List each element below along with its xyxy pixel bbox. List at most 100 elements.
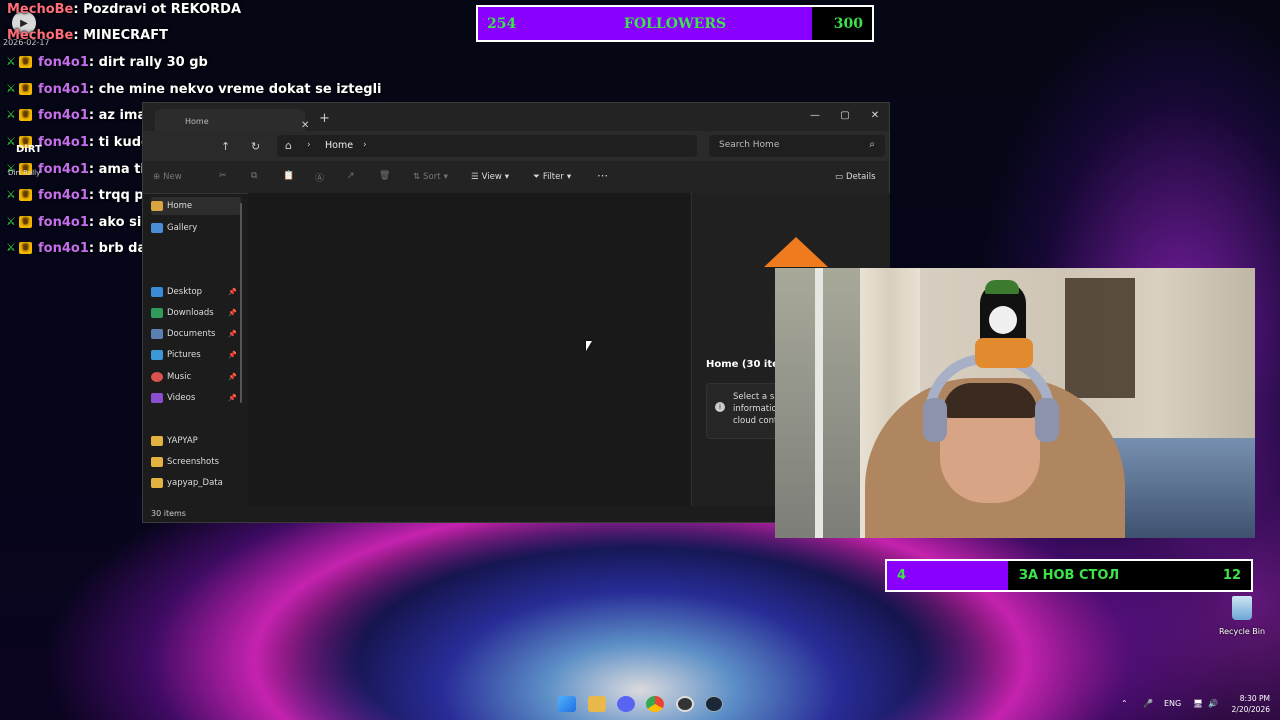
gallery-icon (151, 223, 163, 233)
filter-label: Filter (542, 172, 564, 182)
address-bar[interactable]: ⌂ › Home › (277, 135, 697, 157)
chat-line: MechoBe : MINECRAFT (0, 24, 168, 46)
refresh-icon[interactable]: ↻ (251, 140, 260, 153)
webcam-window-frame (815, 268, 823, 538)
delete-icon[interactable]: 🗑 (379, 171, 390, 181)
sidebar-item-label: Pictures (167, 350, 201, 360)
discord-icon[interactable] (617, 696, 635, 712)
file-explorer-taskbar-icon[interactable] (588, 696, 606, 712)
minimize-icon[interactable]: — (800, 107, 830, 125)
file-list-area[interactable] (248, 193, 690, 508)
close-tab-icon[interactable]: ✕ (301, 120, 309, 131)
chevron-up-icon[interactable]: ⌃ (1121, 699, 1128, 708)
share-icon[interactable]: ↗ (347, 171, 355, 181)
chat-message: : che mine nekvo vreme dokat se iztegli (88, 81, 382, 97)
headphone-cup-left (923, 398, 947, 442)
breadcrumb-home[interactable]: Home (325, 140, 353, 151)
sidebar-item-documents[interactable]: Documents 📌 (151, 325, 241, 343)
pin-icon: 📌 (228, 373, 237, 381)
crown-icon: ♛ (19, 216, 32, 228)
up-arrow-icon[interactable]: ↑ (221, 140, 230, 153)
recycle-bin-label: Recycle Bin (1218, 627, 1266, 636)
sidebar-item-desktop[interactable]: Desktop 📌 (151, 283, 241, 301)
desk-goal-target: 12 (1222, 568, 1241, 583)
sidebar-item-yapyap[interactable]: YAPYAP (151, 432, 241, 450)
pin-icon: 📌 (228, 288, 237, 296)
system-clock[interactable]: 8:30 PM 2/20/2026 (1226, 693, 1270, 715)
pictures-icon (151, 350, 163, 360)
obs-icon[interactable] (676, 696, 694, 712)
followers-label: FOLLOWERS (623, 15, 727, 32)
sidebar-item-screenshots[interactable]: Screenshots (151, 453, 241, 471)
dirt-rally-desktop-icon[interactable]: DiRT Dirt Rally (4, 140, 48, 180)
steam-icon[interactable] (705, 696, 723, 712)
language-indicator[interactable]: ENG (1164, 699, 1181, 708)
item-count: 30 items (151, 509, 186, 518)
network-icon[interactable]: 🖥 (1193, 699, 1203, 708)
search-box[interactable]: Search Home ⌕ (709, 135, 885, 157)
rename-icon[interactable]: Ⓐ (315, 171, 324, 184)
start-windows-icon[interactable] (558, 696, 576, 712)
sidebar-item-label: Documents (167, 329, 216, 339)
crown-icon: ♛ (19, 189, 32, 201)
more-options-icon[interactable]: ⋯ (597, 169, 608, 182)
sidebar-item-downloads[interactable]: Downloads 📌 (151, 304, 241, 322)
home-icon: ⌂ (285, 139, 292, 152)
chat-username: MechoBe (7, 27, 74, 43)
followers-target: 300 (833, 15, 863, 32)
sort-button[interactable]: ⇅ Sort ▾ (413, 172, 448, 182)
pin-icon: 📌 (228, 330, 237, 338)
plush-toy-face (989, 306, 1017, 334)
recycle-bin-desktop-icon[interactable]: Recycle Bin (1218, 592, 1266, 642)
new-tab-icon[interactable]: + (319, 111, 330, 126)
sidebar-item-gallery[interactable]: Gallery (151, 219, 241, 237)
copy-icon[interactable]: ⧉ (251, 171, 257, 181)
mouse-cursor-icon (586, 341, 592, 351)
chat-message: : MINECRAFT (73, 27, 168, 43)
music-icon (151, 372, 163, 382)
recycle-bin-icon (1232, 596, 1252, 620)
close-window-icon[interactable]: ✕ (860, 107, 890, 125)
sword-icon: ⚔ (6, 55, 16, 68)
sidebar-item-label: yapyap_Data (167, 478, 223, 488)
sidebar-scrollbar[interactable] (240, 203, 242, 403)
taskbar: ⌃ 🎤 ENG 🖥 🔊 8:30 PM 2/20/2026 (0, 688, 1280, 720)
sword-icon: ⚔ (6, 188, 16, 201)
chat-line: MechoBe : Pozdravi ot REKORDA (0, 0, 241, 20)
chat-username: MechoBe (7, 1, 74, 17)
maximize-icon[interactable]: ▢ (830, 107, 860, 125)
sidebar-item-pictures[interactable]: Pictures 📌 (151, 346, 241, 364)
sword-icon: ⚔ (6, 108, 16, 121)
sidebar-item-videos[interactable]: Videos 📌 (151, 389, 241, 407)
sword-icon: ⚔ (6, 241, 16, 254)
details-button[interactable]: ▭ Details (835, 172, 876, 182)
details-info-line: Select a si (733, 392, 777, 402)
details-info-text: Select a si informatio cloud cont (733, 391, 777, 427)
tab-home[interactable]: Home ✕ (155, 109, 309, 131)
chrome-icon[interactable] (646, 696, 664, 712)
view-button[interactable]: ☰ View ▾ (471, 172, 509, 182)
chevron-right-icon: › (363, 140, 367, 150)
search-icon: ⌕ (869, 139, 875, 150)
navigation-pane: Home Gallery Desktop 📌 Downloads 📌 Docum… (143, 193, 243, 503)
cut-icon[interactable]: ✂ (219, 171, 227, 181)
chat-message: : Pozdravi ot REKORDA (73, 1, 242, 17)
sort-label: Sort (423, 172, 441, 182)
headphone-cup-right (1035, 398, 1059, 442)
new-button[interactable]: ⊕ New (153, 172, 182, 182)
sidebar-item-home[interactable]: Home (151, 197, 241, 215)
sidebar-item-music[interactable]: Music 📌 (151, 368, 241, 386)
sidebar-item-yapyap-data[interactable]: yapyap_Data (151, 474, 241, 492)
pin-icon: 📌 (228, 309, 237, 317)
filter-button[interactable]: ⏷ Filter ▾ (533, 172, 571, 182)
dirt-rally-logo: DiRT (16, 144, 42, 155)
plush-toy-hat (985, 280, 1019, 294)
downloads-icon (151, 308, 163, 318)
paste-icon[interactable]: 📋 (283, 171, 294, 181)
pin-icon: 📌 (228, 394, 237, 402)
folder-icon (151, 457, 163, 467)
crown-icon: ♛ (19, 83, 32, 95)
volume-icon[interactable]: 🔊 (1208, 699, 1218, 708)
microphone-icon[interactable]: 🎤 (1143, 699, 1153, 708)
videos-icon (151, 393, 163, 403)
